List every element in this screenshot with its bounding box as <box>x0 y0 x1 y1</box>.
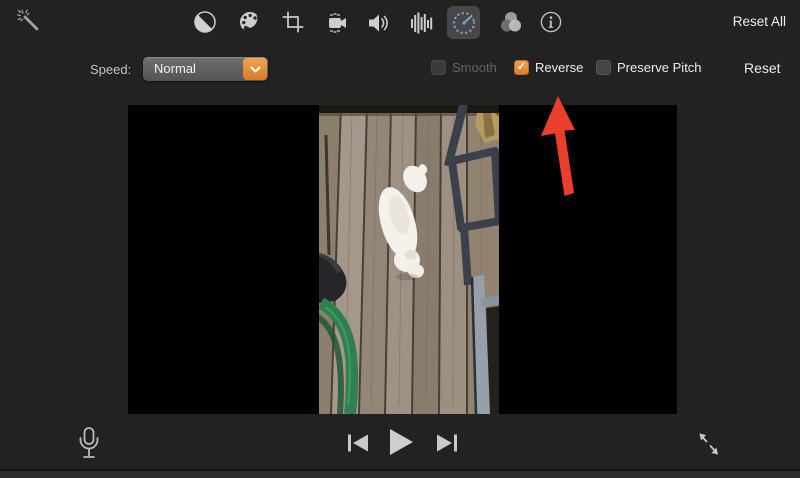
smooth-checkbox-row: ✓ Smooth <box>431 60 497 75</box>
video-frame-puppy-on-deck <box>319 105 499 414</box>
previous-frame-icon[interactable] <box>347 433 369 458</box>
speed-label: Speed: <box>90 62 132 77</box>
reset-button[interactable]: Reset <box>744 60 781 76</box>
timeline-edge <box>0 471 800 478</box>
reset-all-button[interactable]: Reset All <box>733 14 786 29</box>
voiceover-mic-icon[interactable] <box>76 426 102 469</box>
color-correction-icon[interactable] <box>238 10 262 34</box>
smooth-label: Smooth <box>452 60 497 75</box>
smooth-checkbox[interactable]: ✓ <box>431 60 446 75</box>
speed-icon[interactable] <box>447 6 480 39</box>
clip-info-icon[interactable] <box>540 11 562 33</box>
chevron-down-icon <box>243 58 267 80</box>
imovie-adjust-panel: Reset All Speed: Normal ✓ Smooth ✓ Rever… <box>0 0 800 478</box>
next-frame-icon[interactable] <box>436 433 458 458</box>
preserve-pitch-checkbox[interactable]: ✓ <box>596 60 611 75</box>
preserve-pitch-checkbox-row: ✓ Preserve Pitch <box>596 60 702 75</box>
speed-dropdown[interactable]: Normal <box>143 57 268 81</box>
color-balance-icon[interactable] <box>193 10 217 34</box>
preserve-pitch-label: Preserve Pitch <box>617 60 702 75</box>
stabilization-icon[interactable] <box>324 10 350 36</box>
cropping-icon[interactable] <box>281 10 305 34</box>
speed-dropdown-value: Normal <box>154 61 196 76</box>
reverse-checkbox-row: ✓ Reverse <box>514 60 583 75</box>
reverse-label: Reverse <box>535 60 584 75</box>
fullscreen-icon[interactable] <box>696 430 722 463</box>
enhance-magic-wand-icon[interactable] <box>16 8 42 34</box>
volume-icon[interactable] <box>366 10 392 36</box>
clip-filters-icon[interactable] <box>497 8 525 36</box>
play-icon[interactable] <box>387 428 415 461</box>
video-preview-viewer[interactable] <box>128 105 677 414</box>
noise-reduction-eq-icon[interactable] <box>409 10 435 36</box>
reverse-checkbox[interactable]: ✓ <box>514 60 529 75</box>
